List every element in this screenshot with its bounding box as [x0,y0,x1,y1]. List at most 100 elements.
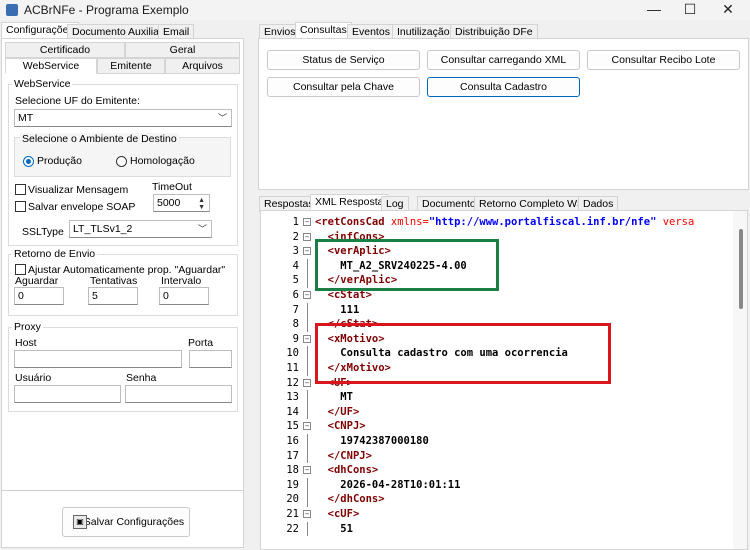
line-number: 18 [286,464,299,477]
line-number: 21 [286,508,299,520]
consultar-recibo-button[interactable]: Consultar Recibo Lote [587,50,740,70]
aguardar-label: Aguardar [15,275,59,287]
host-label: Host [15,337,37,349]
fold-toggle-icon[interactable]: − [303,218,311,226]
line-number: 3 [292,245,299,258]
usuario-label: Usuário [15,372,52,384]
minimize-button[interactable]: — [636,0,672,20]
fold-toggle-icon[interactable]: − [303,334,311,343]
scrollbar[interactable] [733,211,747,549]
line-number: 4 [292,259,299,272]
line-number: 19 [286,478,299,491]
ssltype-value: LT_TLSv1_2 [73,223,133,235]
host-field[interactable] [14,350,182,368]
fold-toggle-icon[interactable]: − [303,247,311,256]
tab-certificado[interactable]: Certificado [5,42,125,58]
aguardar-field[interactable]: 0 [14,287,64,305]
fold-toggle-icon[interactable]: − [303,378,311,387]
line-number: 8 [292,318,299,331]
tab-consultas[interactable]: Consultas [295,22,352,38]
usuario-field[interactable] [14,385,121,403]
xml-code: <CNPJ> [327,420,366,433]
salvar-soap-checkbox[interactable] [15,201,26,212]
uf-label: Selecione UF do Emitente: [15,95,140,107]
intervalo-label: Intervalo [161,275,202,287]
app-icon [6,4,18,16]
homologacao-label: Homologação [130,155,195,167]
consultar-xml-button[interactable]: Consultar carregando XML [427,50,580,70]
porta-field[interactable] [189,350,232,368]
close-button[interactable]: ✕ [710,0,746,20]
senha-field[interactable] [125,385,232,403]
tentativas-label: Tentativas [90,275,138,287]
homologacao-radio[interactable] [116,156,127,167]
consulta-cadastro-button[interactable]: Consulta Cadastro [427,77,580,97]
ambiente-group-label: Selecione o Ambiente de Destino [20,133,179,145]
tab-emitente[interactable]: Emitente [97,58,165,74]
status-servico-button[interactable]: Status de Serviço [267,50,420,70]
xml-line: 20 </dhCons> [261,492,731,507]
line-number: 2 [292,230,299,243]
timeout-spinner[interactable]: 5000 ▲ ▼ [153,194,210,212]
xml-line: 19 2026-04-28T10:01:11 [261,477,731,493]
xml-line: 1− <retConsCad xmlns="http://www.portalfi… [261,215,731,230]
fold-guide [307,317,308,332]
line-number: 7 [292,303,299,316]
fold-guide [307,521,308,537]
line-number: 9 [292,332,299,345]
fold-guide [307,273,308,288]
fold-toggle-icon[interactable]: − [303,291,311,299]
xml-code: MT [340,391,353,404]
producao-label: Produção [37,155,82,167]
visualizar-checkbox[interactable] [15,184,26,195]
tentativas-field[interactable]: 5 [88,287,138,305]
window-title: ACBrNFe - Programa Exemplo [24,3,189,17]
save-config-button[interactable]: ▣ Salvar Configurações [62,507,190,537]
xml-code: </UF> [327,405,360,418]
line-number: 15 [286,420,299,433]
splitter[interactable] [249,20,257,550]
fold-guide [307,302,308,318]
timeout-value: 5000 [157,197,181,209]
fold-toggle-icon[interactable]: − [303,422,311,431]
save-config-label: Salvar Configurações [83,516,185,528]
fold-guide [307,434,308,449]
xml-code: <retConsCad xmlns="http://www.portalfisc… [315,216,695,228]
line-number: 10 [286,347,299,360]
ajustar-checkbox[interactable] [15,264,26,275]
fold-toggle-icon[interactable]: − [303,232,311,241]
xml-line: 16 19742387000180 [261,434,731,449]
tab-xml-resposta[interactable]: XML Resposta [310,194,389,210]
ssltype-select[interactable]: LT_TLSv1_2 ﹀ [69,220,212,238]
visualizar-label: Visualizar Mensagem [28,184,129,196]
fold-guide [307,390,308,405]
xml-code: </CNPJ> [327,449,372,462]
line-number: 1 [292,216,299,228]
highlight-box-green [315,239,499,291]
tab-arquivos[interactable]: Arquivos [165,58,240,74]
line-number: 20 [286,493,299,506]
xml-code: <cUF> [327,508,360,520]
fold-toggle-icon[interactable]: − [303,466,311,475]
producao-radio[interactable] [23,156,34,167]
line-number: 5 [292,274,299,287]
retorno-group-label: Retorno de Envio [12,248,98,260]
porta-label: Porta [188,337,214,349]
fold-toggle-icon[interactable]: − [303,510,311,518]
webservice-group-label: WebService [12,78,73,90]
fold-guide [307,258,308,274]
xml-line: 13 MT [261,390,731,405]
intervalo-field[interactable]: 0 [159,287,209,305]
line-number: 17 [286,449,299,462]
xml-line: 15− <CNPJ> [261,419,731,434]
maximize-button[interactable]: ☐ [672,0,708,20]
uf-select[interactable]: MT ﹀ [14,109,232,127]
chevron-down-icon: ﹀ [197,224,207,234]
line-number: 14 [286,405,299,418]
scrollbar-thumb[interactable] [739,229,743,309]
tab-geral[interactable]: Geral [125,42,240,58]
tab-webservice[interactable]: WebService [5,58,97,74]
consultar-chave-button[interactable]: Consultar pela Chave [267,77,420,97]
xml-code: 51 [340,522,353,535]
spin-arrows-icon[interactable]: ▲ ▼ [198,197,205,211]
